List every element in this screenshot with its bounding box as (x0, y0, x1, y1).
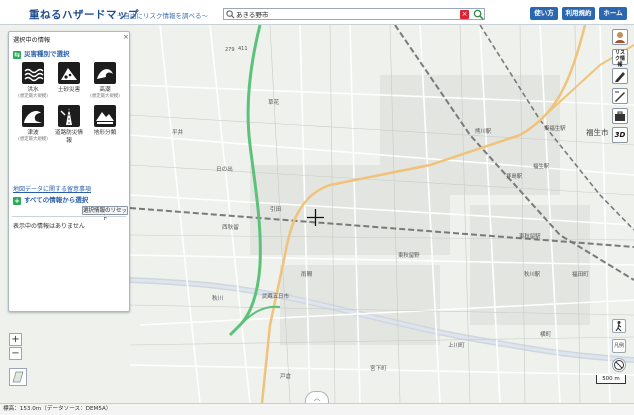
search-box[interactable] (223, 8, 485, 20)
hazard-storm-surge[interactable]: 高潮 (想定最大規模) (89, 62, 121, 99)
scale-bar: 500 m (596, 375, 626, 384)
draw-tool-button[interactable] (612, 68, 628, 84)
layer-switch-button[interactable] (9, 368, 27, 386)
terrain-icon (94, 105, 116, 127)
no-info-message: 表示中の情報はありません (13, 223, 85, 230)
label-haijima: 拝島駅 (506, 174, 523, 180)
hazard-tsunami[interactable]: 津波 (想定最大規模) (17, 105, 49, 142)
zoom-out-button[interactable]: − (9, 347, 22, 360)
by-type-header[interactable]: ⇆ 災害種別で選択 (13, 48, 70, 59)
panel-divider (12, 216, 126, 217)
label-route-279: 279 (225, 47, 235, 53)
search-icon (226, 10, 235, 19)
no-entry-button[interactable] (612, 358, 626, 372)
hazard-landslide[interactable]: 土砂災害 (53, 62, 85, 93)
label-higashi-akiru: 東秋留駅 (519, 234, 541, 240)
hazard-road[interactable]: 道路防災情報 (53, 105, 85, 144)
profile-tool-button[interactable] (612, 29, 628, 45)
zoom-in-button[interactable]: + (9, 333, 22, 346)
header-bar: 重ねるハザードマップ 〜自由にリスク情報を調べる〜 × 使い方 利用規約 ホーム (0, 0, 634, 25)
layers-icon (12, 371, 24, 383)
pedestrian-button[interactable] (612, 319, 626, 333)
terms-button[interactable]: 利用規約 (562, 7, 595, 20)
panel-close-button[interactable]: × (123, 33, 129, 41)
label-hirai: 平井 (172, 130, 184, 136)
label-musashi-itsukaichi: 武蔵五日市 (262, 294, 289, 300)
app-subtitle: 〜自由にリスク情報を調べる〜 (117, 12, 208, 20)
label-tokura: 戸倉 (280, 374, 292, 380)
home-button[interactable]: ホーム (599, 7, 627, 20)
storm-surge-icon (94, 62, 116, 84)
label-kusahana: 草花 (268, 100, 280, 106)
label-higashi-fukuo: 東福生駅 (544, 126, 566, 132)
label-kumagawa: 熊川駅 (475, 129, 492, 135)
plus-icon: + (13, 197, 21, 205)
label-akigawa: 秋川駅 (524, 272, 541, 278)
flood-icon (22, 62, 44, 84)
label-amata: 雨間 (301, 272, 313, 278)
label-fukuda: 福田町 (572, 272, 589, 278)
expand-panel-button[interactable]: ︿ (305, 391, 329, 403)
hazard-flood[interactable]: 洪水 (想定最大規模) (17, 62, 49, 99)
label-akigawa-river: 秋川 (212, 296, 224, 302)
label-hikada: 引田 (270, 207, 282, 213)
elevation-status: 標高：153.0m（データソース：DEM5A） (0, 403, 634, 415)
landslide-icon (58, 62, 80, 84)
toolbox-icon (615, 111, 625, 121)
map-data-notes-link[interactable]: 地図データに関する留意事項 (13, 184, 91, 193)
crosshair-icon (307, 209, 324, 226)
search-input[interactable] (236, 9, 464, 19)
label-fukuo: 福生市 (586, 128, 609, 137)
clear-search-button[interactable]: × (460, 10, 469, 19)
label-hinode: 日の出 (216, 167, 233, 173)
avatar-icon (615, 32, 625, 43)
search-button[interactable] (473, 9, 484, 20)
tsunami-icon (22, 105, 44, 127)
3d-view-button[interactable]: 3D (612, 127, 628, 143)
edit-tool-button[interactable] (612, 88, 628, 104)
label-nishi-akiru: 西秋留 (222, 225, 239, 231)
panel-title: 選択中の情報 (13, 37, 51, 44)
hazard-terrain[interactable]: 地形分類 (89, 105, 121, 136)
label-miyashita: 宮下町 (370, 366, 387, 372)
all-info-header[interactable]: + すべての情報から選択 (13, 194, 88, 205)
no-entry-icon (614, 360, 624, 370)
reset-selection-button[interactable]: 選択情報のリセット (82, 206, 128, 222)
road-icon (58, 105, 80, 127)
pencil-icon (615, 72, 625, 82)
label-yokomachi: 横町 (540, 332, 552, 338)
tools-button[interactable] (612, 108, 628, 124)
walk-icon (615, 321, 622, 332)
howto-button[interactable]: 使い方 (530, 7, 558, 20)
selection-panel: 選択中の情報 × ⇆ 災害種別で選択 洪水 (想定最大規模) 土砂災害 高潮 (想… (8, 31, 130, 312)
legend-button[interactable]: 凡例 (612, 339, 626, 353)
select-icon: ⇆ (13, 51, 21, 59)
label-route-411: 411 (238, 46, 248, 52)
label-higashi-akiruno: 東秋留野 (398, 253, 420, 259)
edit-icon (615, 91, 625, 102)
risk-info-button[interactable]: リスク情報 (612, 49, 628, 68)
label-fukuo-station: 福生駅 (533, 164, 550, 170)
label-kamikawa: 上川町 (448, 343, 465, 349)
